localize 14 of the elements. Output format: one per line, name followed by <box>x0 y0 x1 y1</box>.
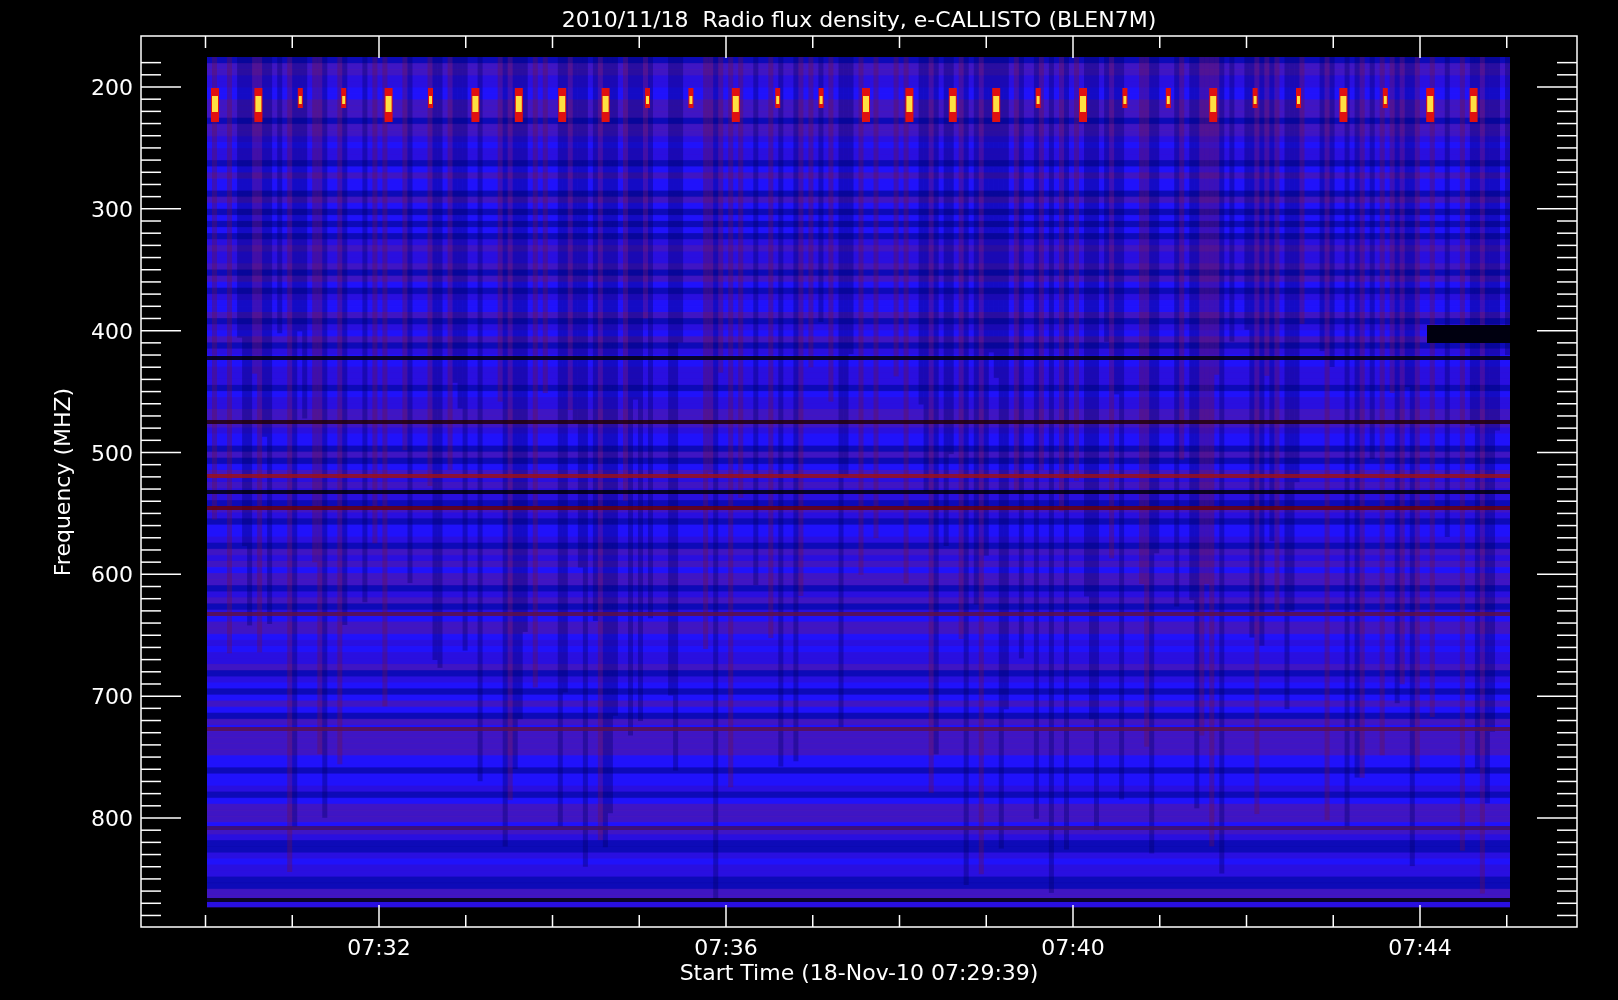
chart-title: 2010/11/18 Radio flux density, e-CALLISTO (BLEN7M) <box>561 7 1157 32</box>
y-tick-label: 700 <box>91 684 133 710</box>
y-tick-label: 800 <box>91 806 133 831</box>
x-tick-label: 07:36 <box>694 935 758 960</box>
y-tick-label: 300 <box>91 196 133 222</box>
x-tick-label: 07:44 <box>1388 935 1452 960</box>
x-tick-label: 07:32 <box>347 935 411 960</box>
y-tick-label: 400 <box>91 318 133 344</box>
x-axis-title: Start Time (18-Nov-10 07:29:39) <box>679 960 1039 985</box>
x-tick-label: 07:40 <box>1041 935 1105 960</box>
y-axis-title: Frequency (MHZ) <box>50 387 75 577</box>
y-tick-label: 500 <box>91 440 133 466</box>
y-tick-label: 600 <box>91 562 133 588</box>
y-tick-label: 200 <box>91 75 133 100</box>
